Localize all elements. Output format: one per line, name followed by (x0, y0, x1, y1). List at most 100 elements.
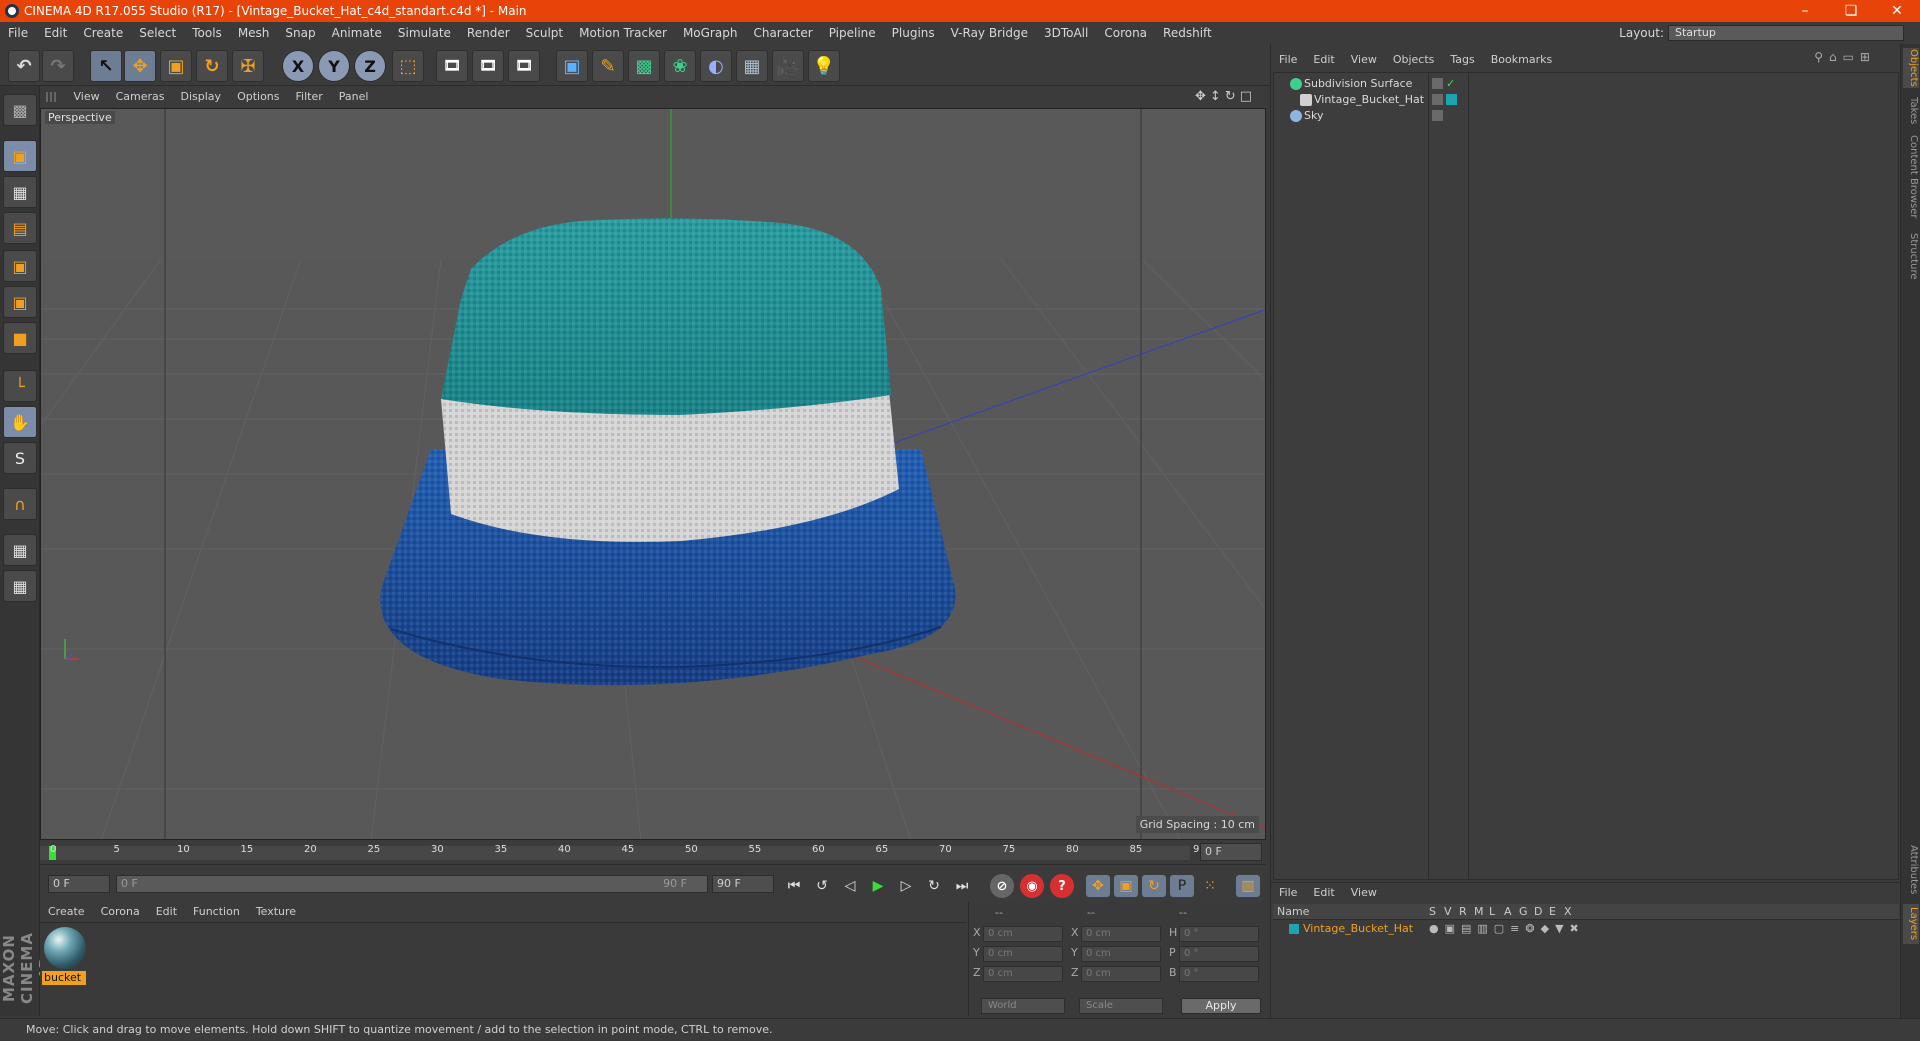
layer-name[interactable]: Vintage_Bucket_Hat (1303, 921, 1413, 937)
rotate-tool-icon[interactable]: ↻ (196, 50, 228, 82)
workplane-lock-icon[interactable]: ▦ (3, 570, 37, 602)
key-pla-icon[interactable]: ⁙ (1198, 875, 1222, 897)
previous-key-icon[interactable]: ↺ (810, 875, 834, 897)
viewport-menu-panel[interactable]: Panel (331, 86, 377, 108)
object-manager-tools-icons[interactable]: ⚲⌂▭⊞ (1814, 50, 1876, 64)
object-menu-view[interactable]: View (1343, 50, 1385, 70)
object-menu-file[interactable]: File (1271, 50, 1305, 70)
rotation-field[interactable]: 0 ° (1179, 966, 1259, 982)
menu-edit[interactable]: Edit (36, 22, 75, 44)
points-mode-icon[interactable]: ▣ (3, 250, 37, 282)
next-frame-icon[interactable]: ▷ (894, 875, 918, 897)
enabled-check-icon[interactable]: ✓ (1446, 78, 1457, 89)
snap-icon[interactable]: S (3, 442, 37, 474)
layer-menu-view[interactable]: View (1343, 883, 1385, 903)
end-frame-field[interactable]: 90 F (712, 875, 774, 893)
menu-animate[interactable]: Animate (324, 22, 390, 44)
material-preview-ball[interactable] (44, 927, 86, 969)
tab-content-browser[interactable]: Content Browser (1903, 134, 1919, 220)
material-menu-function[interactable]: Function (185, 902, 248, 922)
menu-select[interactable]: Select (131, 22, 184, 44)
deformer-icon[interactable]: ◐ (700, 50, 732, 82)
menu-motion-tracker[interactable]: Motion Tracker (571, 22, 675, 44)
position-field[interactable]: 0 cm (983, 926, 1063, 942)
current-frame-field[interactable]: 0 F (1200, 843, 1262, 861)
visibility-toggle-icon[interactable] (1432, 110, 1443, 121)
coord-system-dropdown[interactable]: World (981, 998, 1065, 1014)
visibility-toggle-icon[interactable] (1432, 94, 1443, 105)
undo-icon[interactable]: ↶ (8, 50, 40, 82)
scale-tool-icon[interactable]: ▣ (160, 50, 192, 82)
tweak-mode-icon[interactable]: ✋ (3, 406, 37, 438)
material-menu-create[interactable]: Create (40, 902, 93, 922)
tab-attributes[interactable]: Attributes (1903, 842, 1919, 898)
viewport-menu-display[interactable]: Display (173, 86, 230, 108)
select-tool-icon[interactable]: ↖ (90, 50, 122, 82)
menu-mograph[interactable]: MoGraph (675, 22, 746, 44)
menu-snap[interactable]: Snap (277, 22, 323, 44)
polygons-mode-icon[interactable]: ■ (3, 322, 37, 354)
next-key-icon[interactable]: ↻ (922, 875, 946, 897)
layer-menu-file[interactable]: File (1271, 883, 1305, 903)
render-settings-icon[interactable]: 🎞 (508, 50, 540, 82)
material-tag-icon[interactable] (1446, 94, 1457, 105)
timeline-window-icon[interactable]: ▥ (1236, 875, 1260, 897)
start-frame-field[interactable]: 0 F (48, 875, 110, 893)
model-mode-icon[interactable]: ▣ (3, 140, 37, 172)
rotation-field[interactable]: 0 ° (1179, 946, 1259, 962)
key-position-icon[interactable]: ✥ (1086, 875, 1110, 897)
menu-corona[interactable]: Corona (1096, 22, 1155, 44)
transform-tool-icon[interactable]: ✠ (232, 50, 264, 82)
layer-flag-icons[interactable]: ●▣▤▥▢≡❂◆▼✖ (1429, 921, 1585, 937)
floor-scene-icon[interactable]: ▦ (736, 50, 768, 82)
menu-tools[interactable]: Tools (184, 22, 230, 44)
layout-select[interactable]: Startup (1668, 25, 1904, 41)
apply-button[interactable]: Apply (1181, 998, 1261, 1014)
previous-frame-icon[interactable]: ◁ (838, 875, 862, 897)
grid-lock-icon[interactable]: ▦ (3, 534, 37, 566)
timeline-ruler[interactable]: 051015202530354045505560657075808590 0 F (40, 840, 1266, 864)
position-field[interactable]: 0 cm (983, 946, 1063, 962)
material-menu-corona[interactable]: Corona (93, 902, 148, 922)
tab-objects[interactable]: Objects (1903, 48, 1919, 88)
menu-character[interactable]: Character (745, 22, 820, 44)
workplane-mode-icon[interactable]: ▤ (3, 212, 37, 244)
render-view-icon[interactable]: 🎞 (436, 50, 468, 82)
render-picture-viewer-icon[interactable]: 🎞 (472, 50, 504, 82)
menu-mesh[interactable]: Mesh (230, 22, 278, 44)
viewport-menu-options[interactable]: Options (229, 86, 287, 108)
magnet-icon[interactable]: ∩ (3, 488, 37, 520)
rotation-field[interactable]: 0 ° (1179, 926, 1259, 942)
size-field[interactable]: 0 cm (1081, 966, 1161, 982)
viewport-menu-filter[interactable]: Filter (288, 86, 331, 108)
material-menu-texture[interactable]: Texture (248, 902, 304, 922)
viewport-menu-cameras[interactable]: Cameras (108, 86, 173, 108)
cube-primitive-icon[interactable]: ▣ (556, 50, 588, 82)
axis-mode-icon[interactable]: └ (3, 370, 37, 402)
size-mode-dropdown[interactable]: Scale (1079, 998, 1163, 1014)
range-slider[interactable]: 0 F 90 F (116, 875, 708, 893)
object-menu-objects[interactable]: Objects (1385, 50, 1443, 70)
x-axis-lock-icon[interactable]: X (282, 50, 314, 82)
viewport-menu-view[interactable]: View (66, 86, 108, 108)
coordinate-system-icon[interactable]: ⬚ (392, 50, 424, 82)
close-button[interactable]: ✕ (1874, 0, 1920, 22)
layer-row[interactable]: Vintage_Bucket_Hat ●▣▤▥▢≡❂◆▼✖ (1273, 921, 1899, 937)
layer-menu-edit[interactable]: Edit (1305, 883, 1342, 903)
play-forward-icon[interactable]: ▶ (866, 875, 890, 897)
tab-takes[interactable]: Takes (1903, 94, 1919, 128)
material-menu-edit[interactable]: Edit (148, 902, 185, 922)
menu-file[interactable]: File (0, 22, 36, 44)
object-row[interactable]: Sky (1274, 107, 1898, 125)
position-field[interactable]: 0 cm (983, 966, 1063, 982)
spline-pen-icon[interactable]: ✎ (592, 50, 624, 82)
go-to-end-icon[interactable]: ⏭ (950, 875, 974, 897)
camera-icon[interactable]: 🎥 (772, 50, 804, 82)
move-tool-icon[interactable]: ✥ (124, 50, 156, 82)
object-name[interactable]: Sky (1304, 107, 1323, 125)
menu-3dtoall[interactable]: 3DToAll (1036, 22, 1096, 44)
menu-redshift[interactable]: Redshift (1155, 22, 1220, 44)
autokey-icon[interactable]: ◉ (1020, 874, 1044, 898)
edges-mode-icon[interactable]: ▣ (3, 286, 37, 318)
subdivision-surface-icon[interactable]: ▩ (628, 50, 660, 82)
